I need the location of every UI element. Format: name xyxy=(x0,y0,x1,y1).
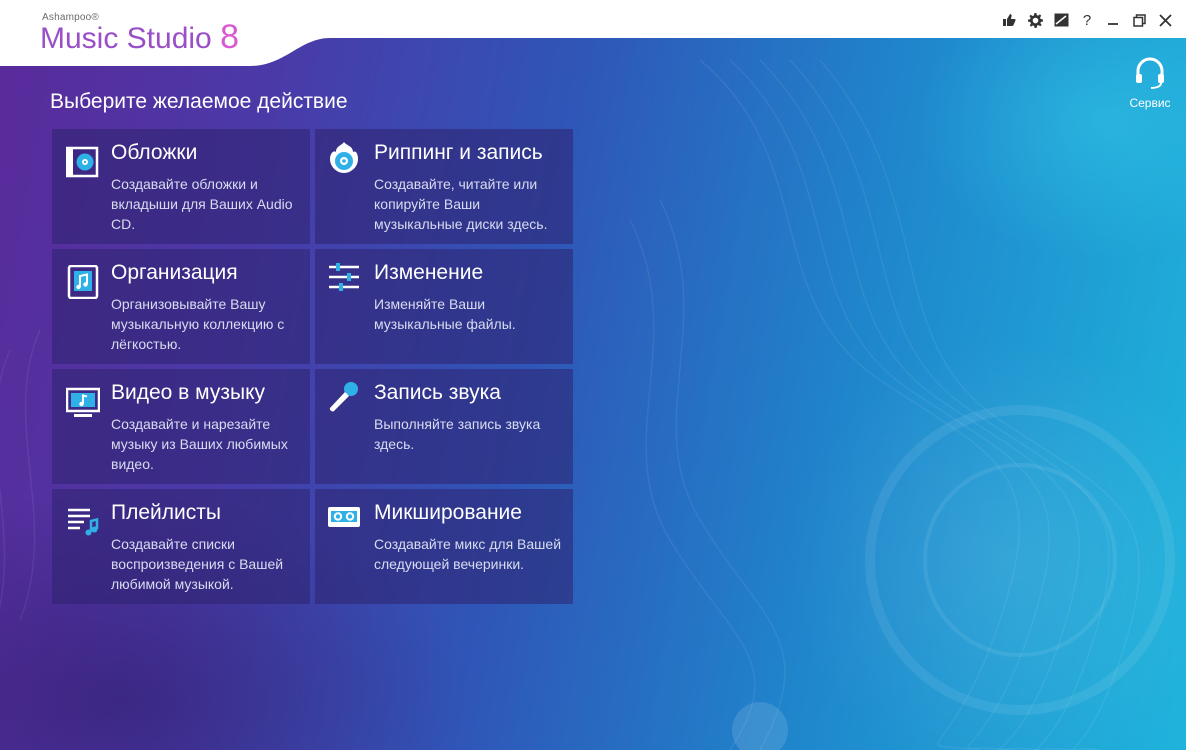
tile-title: Микширование xyxy=(374,501,522,524)
tile-description: Создавайте и нарезайте музыку из Ваших л… xyxy=(111,416,288,472)
microphone-icon xyxy=(329,382,358,412)
tile-description: Создавайте списки воспроизведения с Ваше… xyxy=(111,536,284,592)
restore-icon[interactable] xyxy=(1126,8,1152,32)
music-file-icon xyxy=(67,265,99,299)
gear-icon[interactable] xyxy=(1022,8,1048,32)
tile-title: Риппинг и запись xyxy=(374,141,543,164)
app-name: Music Studio xyxy=(40,22,212,55)
tile-video-to-music[interactable]: Видео в музыку Создавайте и нарезайте му… xyxy=(52,369,310,484)
tile-description: Выполняйте запись звука здесь. xyxy=(374,416,541,452)
tile-title: Изменение xyxy=(374,261,484,284)
tile-mixing[interactable]: Микширование Создавайте микс для Вашей с… xyxy=(315,489,573,604)
tile-title: Организация xyxy=(111,261,238,284)
window-controls: ? xyxy=(996,8,1178,32)
headset-icon xyxy=(1136,57,1164,89)
tile-title: Видео в музыку xyxy=(111,381,265,404)
tile-title: Плейлисты xyxy=(111,501,221,524)
action-grid: Обложки Создавайте обложки и вкладыши дл… xyxy=(52,129,573,604)
disc-burn-icon xyxy=(330,142,358,173)
tile-title: Запись звука xyxy=(374,381,501,404)
tile-edit[interactable]: Изменение Изменяйте Ваши музыкальные фай… xyxy=(315,249,573,364)
tile-description: Создавайте, читайте или копируйте Ваши м… xyxy=(374,176,548,232)
cover-icon xyxy=(66,146,99,178)
tile-organize[interactable]: Организация Организовывайте Вашу музыкал… xyxy=(52,249,310,364)
like-icon[interactable] xyxy=(996,8,1022,32)
app-version: 8 xyxy=(220,18,240,56)
service-button[interactable]: Сервис xyxy=(1128,56,1172,110)
close-icon[interactable] xyxy=(1152,8,1178,32)
tile-covers[interactable]: Обложки Создавайте обложки и вкладыши дл… xyxy=(52,129,310,244)
service-label: Сервис xyxy=(1129,96,1171,110)
page-title: Выберите желаемое действие xyxy=(50,90,348,113)
tile-playlists[interactable]: Плейлисты Создавайте списки воспроизведе… xyxy=(52,489,310,604)
help-icon[interactable]: ? xyxy=(1074,8,1100,32)
playlist-icon xyxy=(68,508,99,536)
tile-record-audio[interactable]: Запись звука Выполняйте запись звука зде… xyxy=(315,369,573,484)
video-music-icon xyxy=(66,387,100,417)
minimize-icon[interactable] xyxy=(1100,8,1126,32)
tile-ripping-burning[interactable]: Риппинг и запись Создавайте, читайте или… xyxy=(315,129,573,244)
tile-description: Создавайте обложки и вкладыши для Ваших … xyxy=(111,176,293,232)
skin-icon[interactable] xyxy=(1048,8,1074,32)
tile-description: Изменяйте Ваши музыкальные файлы. xyxy=(374,296,516,332)
tile-description: Организовывайте Вашу музыкальную коллекц… xyxy=(111,296,285,352)
cassette-icon xyxy=(328,507,360,527)
tile-description: Создавайте микс для Вашей следующей вече… xyxy=(374,536,562,572)
tile-title: Обложки xyxy=(111,141,198,164)
app-title: Music Studio 8 xyxy=(40,20,239,55)
sliders-icon xyxy=(329,263,359,291)
app-logo: Ashampoo® Music Studio 8 xyxy=(40,12,239,54)
